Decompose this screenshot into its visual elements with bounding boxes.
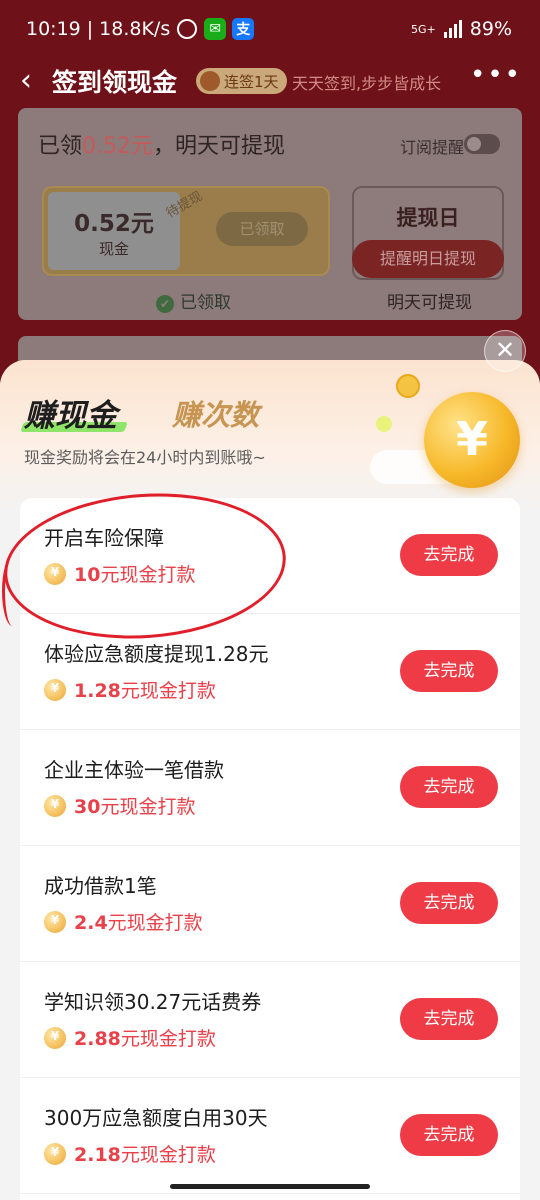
cash-card: 0.52元 现金 待提现 已领取 xyxy=(42,186,330,276)
gold-coin-icon: ¥ xyxy=(424,392,520,488)
withdraw-day-title: 提现日 xyxy=(396,206,460,230)
coin-icon xyxy=(44,910,66,933)
network-label: 5G+ xyxy=(411,22,436,36)
battery-level: 89% xyxy=(469,18,512,40)
sheet-tip: 现金奖励将会在24小时内到账哦~ xyxy=(24,448,266,467)
task-title: 开启车险保障 xyxy=(44,526,164,550)
streak-badge: 连签1天 xyxy=(196,68,287,94)
task-list: 开启车险保障 10元现金打款 去完成 体验应急额度提现1.28元 1.28元现金… xyxy=(20,498,520,1200)
task-reward: 2.88元现金打款 xyxy=(44,1024,216,1051)
task-title: 企业主体验一笔借款 xyxy=(44,758,224,782)
close-sheet-button[interactable]: ✕ xyxy=(484,330,526,372)
sparkle-icon xyxy=(376,416,392,432)
task-row: 开启车险保障 10元现金打款 去完成 xyxy=(20,498,520,614)
claimed-summary: 已领0.52元，明天可提现 xyxy=(38,134,286,159)
checkin-summary-card: 已领0.52元，明天可提现 订阅提醒 0.52元 现金 待提现 已领取 提现日 … xyxy=(18,108,522,320)
remind-tomorrow-button[interactable]: 提醒明日提现 xyxy=(352,240,504,278)
more-icon[interactable]: ••• xyxy=(470,60,522,90)
hand-drawn-stroke-annotation xyxy=(2,556,23,626)
cash-value: 0.52元 xyxy=(74,211,154,237)
home-indicator[interactable] xyxy=(170,1184,370,1189)
tab-earn-chances[interactable]: 赚次数 xyxy=(172,392,259,434)
header-slogan: 天天签到,步步皆成长 xyxy=(292,74,442,93)
claimed-button[interactable]: 已领取 xyxy=(216,212,308,246)
task-title: 300万应急额度白用30天 xyxy=(44,1106,268,1130)
status-bar: 10:19 | 18.8K/s ✉ 支 5G+ 89% xyxy=(26,18,512,40)
complete-task-button[interactable]: 去完成 xyxy=(400,1114,498,1156)
task-title: 学知识领30.27元话费券 xyxy=(44,990,262,1014)
complete-task-button[interactable]: 去完成 xyxy=(400,534,498,576)
cash-label: 现金 xyxy=(98,240,129,258)
subscribe-toggle[interactable] xyxy=(464,134,500,154)
task-reward: 1.28元现金打款 xyxy=(44,676,216,703)
earn-cash-sheet: 赚现金 赚次数 现金奖励将会在24小时内到账哦~ ¥ 开启车险保障 10元现金打… xyxy=(0,360,540,1200)
complete-task-button[interactable]: 去完成 xyxy=(400,882,498,924)
complete-task-button[interactable]: 去完成 xyxy=(400,650,498,692)
alipay-icon: 支 xyxy=(232,18,255,40)
coin-icon xyxy=(44,794,66,817)
claimed-amount: 0.52元 xyxy=(82,134,154,159)
task-row: 300万应急额度白用30天 2.18元现金打款 去完成 xyxy=(20,1078,520,1194)
coin-icon xyxy=(44,1026,66,1049)
coin-icon xyxy=(44,562,66,585)
small-coin-icon xyxy=(396,374,420,398)
wechat-icon: ✉ xyxy=(204,18,227,40)
cash-amount-box: 0.52元 现金 xyxy=(48,192,180,270)
page-title: 签到领现金 xyxy=(52,68,178,97)
subscribe-label: 订阅提醒 xyxy=(399,138,464,157)
task-title: 体验应急额度提现1.28元 xyxy=(44,642,269,666)
task-reward: 30元现金打款 xyxy=(44,792,195,819)
task-row: 体验应急额度提现1.28元 1.28元现金打款 去完成 xyxy=(20,614,520,730)
coin-icon xyxy=(44,678,66,701)
tab-earn-cash[interactable]: 赚现金 xyxy=(24,390,117,435)
task-row: 成功借款1笔 2.4元现金打款 去完成 xyxy=(20,846,520,962)
signal-icon xyxy=(443,20,462,38)
task-reward: 10元现金打款 xyxy=(44,560,195,587)
claimed-status: 已领取 xyxy=(156,288,231,313)
alarm-icon xyxy=(176,18,198,40)
back-arrow-icon[interactable]: ‹ xyxy=(20,64,32,98)
page-header: ‹ 签到领现金 连签1天 天天签到,步步皆成长 ••• xyxy=(0,60,540,104)
task-reward: 2.18元现金打款 xyxy=(44,1140,216,1167)
complete-task-button[interactable]: 去完成 xyxy=(400,998,498,1040)
sheet-header: 赚现金 赚次数 现金奖励将会在24小时内到账哦~ ¥ xyxy=(0,360,540,510)
coin-icon xyxy=(44,1142,66,1165)
tomorrow-status: 明天可提现 xyxy=(387,293,472,313)
task-reward: 2.4元现金打款 xyxy=(44,908,203,935)
task-row: 企业主体验一笔借款 30元现金打款 去完成 xyxy=(20,730,520,846)
task-row: 学知识领30.27元话费券 2.88元现金打款 去完成 xyxy=(20,962,520,1078)
streak-label: 连签1天 xyxy=(224,72,279,91)
task-title: 成功借款1笔 xyxy=(44,874,157,898)
status-speed: 18.8K/s xyxy=(99,18,171,40)
treasure-icon xyxy=(200,71,220,91)
status-time: 10:19 xyxy=(26,18,81,40)
withdraw-day-card: 提现日 提醒明日提现 xyxy=(352,186,504,280)
complete-task-button[interactable]: 去完成 xyxy=(400,766,498,808)
